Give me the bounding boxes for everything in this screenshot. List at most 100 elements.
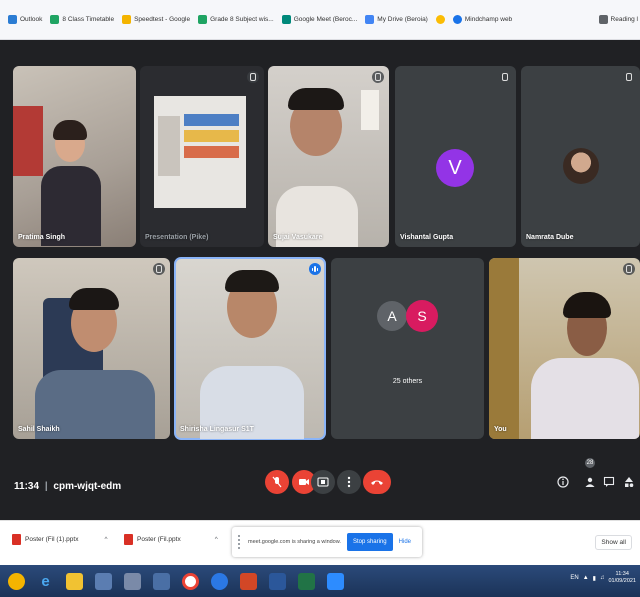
slide-image	[158, 116, 180, 176]
bookmark-timetable[interactable]: 8 Class Timetable	[50, 15, 114, 24]
avatar	[563, 148, 599, 184]
download-item[interactable]: Poster (Fil.pptx ^	[124, 534, 218, 545]
downloads-bar: Poster (Fil (1).pptx ^ Poster (Fil.pptx …	[0, 520, 640, 565]
participant-tile[interactable]: Namrata Dube	[521, 66, 640, 247]
mic-off-icon	[153, 263, 165, 275]
separator: |	[44, 481, 48, 492]
chat-button[interactable]	[602, 475, 616, 489]
pptx-file-icon	[12, 534, 21, 545]
person-hair	[69, 288, 119, 310]
word-icon[interactable]	[269, 572, 286, 590]
participant-name: Pratima Singh	[18, 234, 66, 241]
call-end-icon	[371, 480, 383, 485]
meeting-info-button[interactable]	[556, 475, 570, 489]
powerpoint-icon[interactable]	[240, 572, 257, 590]
present-button[interactable]	[311, 470, 335, 494]
mic-off-icon	[623, 263, 635, 275]
app-icon[interactable]	[124, 572, 141, 590]
mic-toggle-button[interactable]	[265, 470, 289, 494]
bookmark-meet[interactable]: Google Meet (Beroc...	[281, 15, 357, 24]
bookmark-outlook[interactable]: Outlook	[8, 15, 42, 24]
meeting-details: 11:34 | cpm-wjqt-edm	[14, 481, 121, 492]
reading-list[interactable]: Reading l	[598, 15, 638, 24]
more-options-button[interactable]	[337, 470, 361, 494]
language-indicator[interactable]: EN	[570, 575, 578, 581]
volume-icon[interactable]: ♫	[600, 575, 605, 581]
people-button[interactable]	[583, 475, 597, 489]
others-tile[interactable]: A S 25 others	[331, 258, 484, 439]
internet-explorer-icon[interactable]: e	[37, 573, 54, 590]
meeting-code: cpm-wjqt-edm	[53, 481, 122, 492]
stop-sharing-button[interactable]: Stop sharing	[346, 533, 393, 551]
avatar: A	[377, 301, 407, 331]
avatar: V	[436, 149, 474, 187]
presentation-tile[interactable]: Presentation (Pike)	[140, 66, 264, 247]
person-hair	[53, 120, 87, 140]
drag-handle-icon[interactable]	[238, 535, 242, 549]
background-ac	[361, 90, 379, 130]
shared-slide	[154, 96, 246, 208]
info-icon	[557, 476, 569, 488]
reading-list-icon	[598, 15, 608, 24]
clock[interactable]: 11:34 01/09/2021	[608, 571, 636, 585]
network-icon[interactable]: ▮	[593, 575, 596, 582]
participant-tile[interactable]: V Vishantal Gupta	[395, 66, 516, 247]
bookmark-speedtest[interactable]: Speedtest - Google	[122, 15, 190, 24]
folder-icon	[122, 15, 132, 24]
chrome-icon[interactable]	[182, 572, 199, 590]
mic-off-icon	[372, 71, 384, 83]
speaking-indicator-icon	[309, 263, 321, 275]
background-door	[489, 258, 519, 439]
bookmark-drive[interactable]: My Drive (Beroia)	[365, 15, 428, 24]
app-icon[interactable]	[95, 572, 112, 590]
bookmark-chrome[interactable]	[435, 15, 445, 24]
participant-tile[interactable]: Sujai Vasukare	[268, 66, 389, 247]
sharing-notification: meet.google.com is sharing a window. Sto…	[232, 527, 422, 557]
participant-tile-active[interactable]: Shirisha Lingasur S1T	[174, 257, 326, 440]
sharing-message: meet.google.com is sharing a window.	[248, 539, 341, 545]
people-count-badge: 28	[585, 458, 595, 468]
chevron-up-icon[interactable]: ▲	[583, 575, 589, 581]
chrome-icon	[435, 15, 445, 24]
leave-call-button[interactable]	[363, 470, 391, 494]
participant-tile[interactable]: Pratima Singh	[13, 66, 136, 247]
participant-name: Presentation (Pike)	[145, 234, 209, 241]
system-tray: EN ▲ ▮ ♫ 11:34 01/09/2021	[570, 571, 636, 585]
chat-icon	[603, 476, 615, 487]
drive-icon	[198, 15, 208, 24]
start-icon[interactable]	[8, 572, 25, 590]
app-icon[interactable]	[153, 572, 170, 590]
participant-name: Sahil Shaikh	[18, 426, 60, 433]
drive-icon	[365, 15, 375, 24]
participant-name: You	[494, 426, 507, 433]
mic-off-icon	[247, 71, 259, 83]
meet-icon	[281, 15, 291, 24]
participant-name: Namrata Dube	[526, 234, 574, 241]
present-icon	[317, 477, 329, 487]
edge-icon[interactable]	[211, 572, 228, 590]
file-explorer-icon[interactable]	[66, 572, 83, 590]
hide-button[interactable]: Hide	[399, 539, 411, 545]
participant-name: Vishantal Gupta	[400, 234, 454, 241]
download-item[interactable]: Poster (Fil (1).pptx ^	[12, 534, 108, 545]
excel-icon[interactable]	[298, 572, 315, 590]
outlook-icon	[8, 15, 17, 24]
person-body	[531, 358, 639, 439]
chevron-up-icon[interactable]: ^	[215, 536, 218, 543]
participant-name: Shirisha Lingasur S1T	[180, 426, 254, 433]
background-wall	[13, 106, 43, 176]
chevron-up-icon[interactable]: ^	[104, 536, 107, 543]
drive-icon	[50, 15, 60, 24]
bookmarks-bar: Outlook 8 Class Timetable Speedtest - Go…	[0, 0, 640, 40]
person-hair	[288, 88, 344, 110]
bookmark-grade8[interactable]: Grade 8 Subject wis...	[198, 15, 274, 24]
participant-tile[interactable]: Sahil Shaikh	[13, 258, 170, 439]
others-count: 25 others	[392, 378, 423, 385]
activities-button[interactable]	[622, 475, 636, 489]
camera-off-icon	[299, 479, 309, 485]
show-all-button[interactable]: Show all	[595, 535, 632, 550]
zoom-icon[interactable]	[327, 572, 344, 590]
participant-tile[interactable]: You	[489, 258, 640, 439]
bookmark-mindchamp[interactable]: Mindchamp web	[452, 15, 512, 24]
mic-off-icon	[272, 476, 282, 488]
